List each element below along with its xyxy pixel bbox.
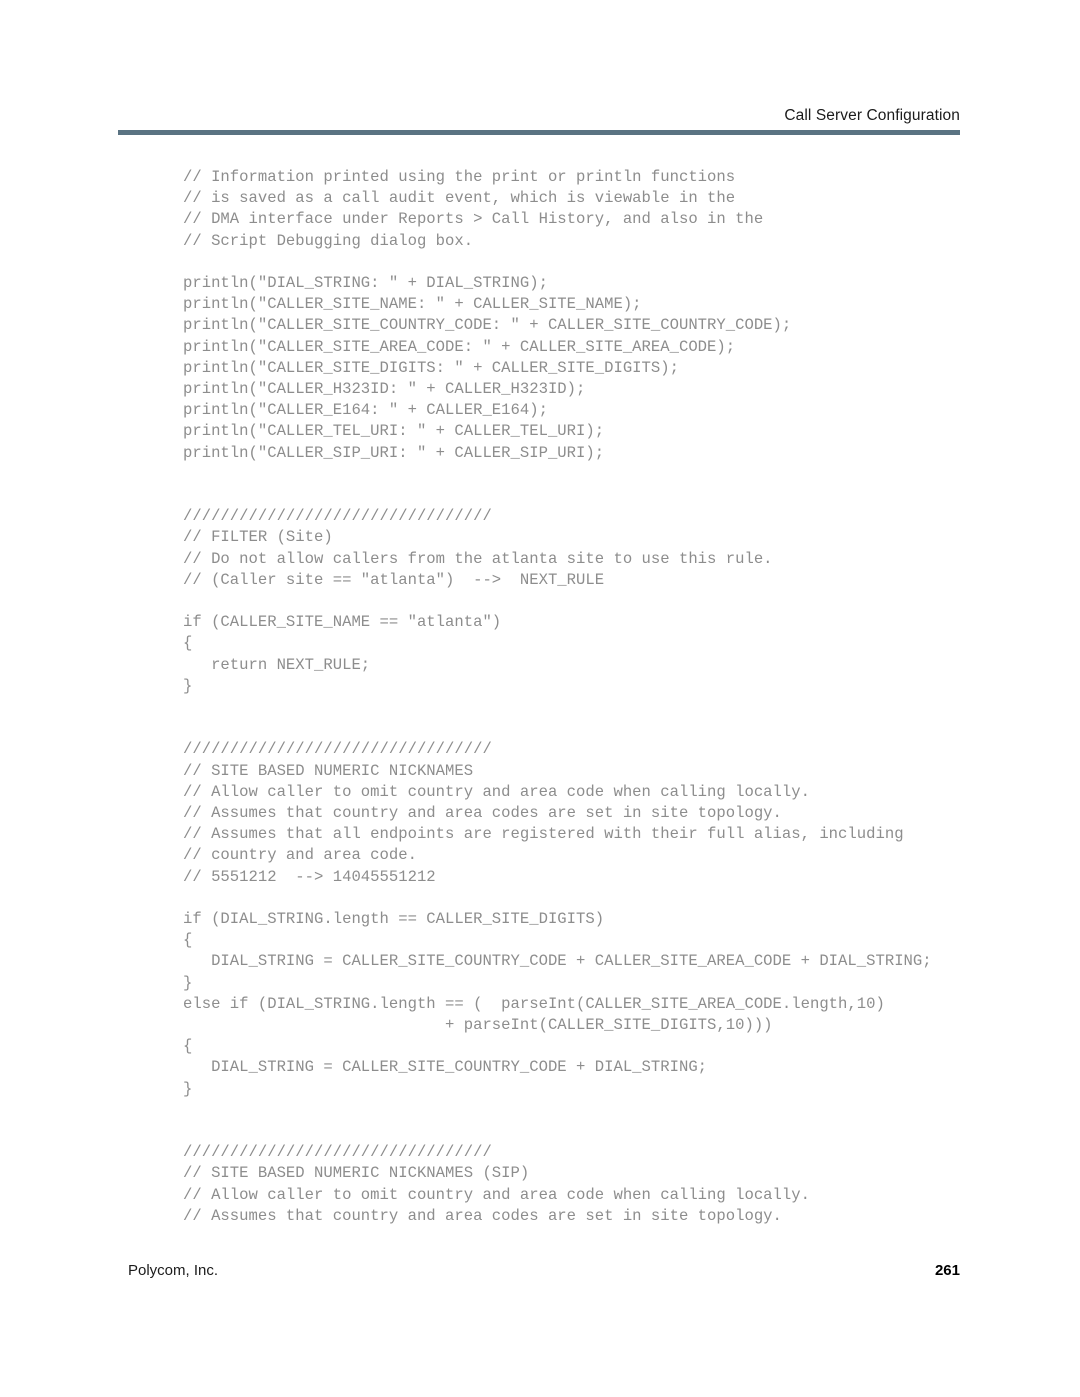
- code-line: // Allow caller to omit country and area…: [183, 782, 810, 801]
- code-line: if (CALLER_SITE_NAME == "atlanta"): [183, 613, 502, 632]
- code-line: return NEXT_RULE;: [183, 655, 371, 674]
- code-line: println("CALLER_SITE_NAME: " + CALLER_SI…: [183, 295, 642, 314]
- code-line: /////////////////////////////////: [183, 740, 492, 759]
- code-line: println("CALLER_SIP_URI: " + CALLER_SIP_…: [183, 443, 605, 462]
- code-line: println("CALLER_SITE_DIGITS: " + CALLER_…: [183, 358, 679, 377]
- code-line: // Allow caller to omit country and area…: [183, 1185, 810, 1204]
- code-line: {: [183, 1037, 193, 1056]
- code-line: // Script Debugging dialog box.: [183, 231, 474, 250]
- code-line: // Do not allow callers from the atlanta…: [183, 549, 773, 568]
- code-line: // DMA interface under Reports > Call Hi…: [183, 210, 764, 229]
- code-line: }: [183, 973, 193, 992]
- code-listing: // Information printed using the print o…: [183, 167, 1043, 1227]
- header-rule: [118, 130, 960, 135]
- header-title: Call Server Configuration: [784, 107, 960, 124]
- code-line: else if (DIAL_STRING.length == ( parseIn…: [183, 994, 885, 1013]
- code-line: println("CALLER_E164: " + CALLER_E164);: [183, 401, 548, 420]
- code-line: DIAL_STRING = CALLER_SITE_COUNTRY_CODE +…: [183, 1058, 708, 1077]
- code-line: {: [183, 634, 193, 653]
- page-header: Call Server Configuration: [118, 106, 960, 135]
- code-line: // (Caller site == "atlanta") --> NEXT_R…: [183, 570, 605, 589]
- code-line: /////////////////////////////////: [183, 507, 492, 526]
- code-line: }: [183, 676, 193, 695]
- code-line: // Information printed using the print o…: [183, 168, 736, 186]
- code-line: + parseInt(CALLER_SITE_DIGITS,10))): [183, 1016, 773, 1035]
- code-line: println("CALLER_H323ID: " + CALLER_H323I…: [183, 380, 586, 399]
- code-line: // Assumes that country and area codes a…: [183, 1206, 782, 1225]
- code-line: // country and area code.: [183, 846, 417, 865]
- code-line: // Assumes that country and area codes a…: [183, 804, 782, 822]
- code-line: println("CALLER_SITE_COUNTRY_CODE: " + C…: [183, 316, 792, 335]
- code-line: // is saved as a call audit event, which…: [183, 189, 736, 208]
- page-footer: Polycom, Inc. 261: [128, 1262, 960, 1279]
- code-line: /////////////////////////////////: [183, 1143, 492, 1162]
- code-line: {: [183, 931, 193, 950]
- document-page: Call Server Configuration // Information…: [0, 0, 1080, 1397]
- code-line: println("DIAL_STRING: " + DIAL_STRING);: [183, 274, 548, 292]
- code-line: // Assumes that all endpoints are regist…: [183, 825, 904, 844]
- code-line: println("CALLER_TEL_URI: " + CALLER_TEL_…: [183, 422, 605, 441]
- code-line: // FILTER (Site): [183, 528, 333, 547]
- code-line: // SITE BASED NUMERIC NICKNAMES: [183, 761, 474, 780]
- code-line: DIAL_STRING = CALLER_SITE_COUNTRY_CODE +…: [183, 952, 932, 971]
- footer-page-number: 261: [934, 1262, 960, 1279]
- code-line: }: [183, 1079, 193, 1098]
- code-line: // SITE BASED NUMERIC NICKNAMES (SIP): [183, 1164, 530, 1183]
- code-line: println("CALLER_SITE_AREA_CODE: " + CALL…: [183, 337, 736, 356]
- code-line: // 5551212 --> 14045551212: [183, 867, 436, 886]
- footer-company: Polycom, Inc.: [128, 1262, 219, 1279]
- code-line: if (DIAL_STRING.length == CALLER_SITE_DI…: [183, 910, 605, 928]
